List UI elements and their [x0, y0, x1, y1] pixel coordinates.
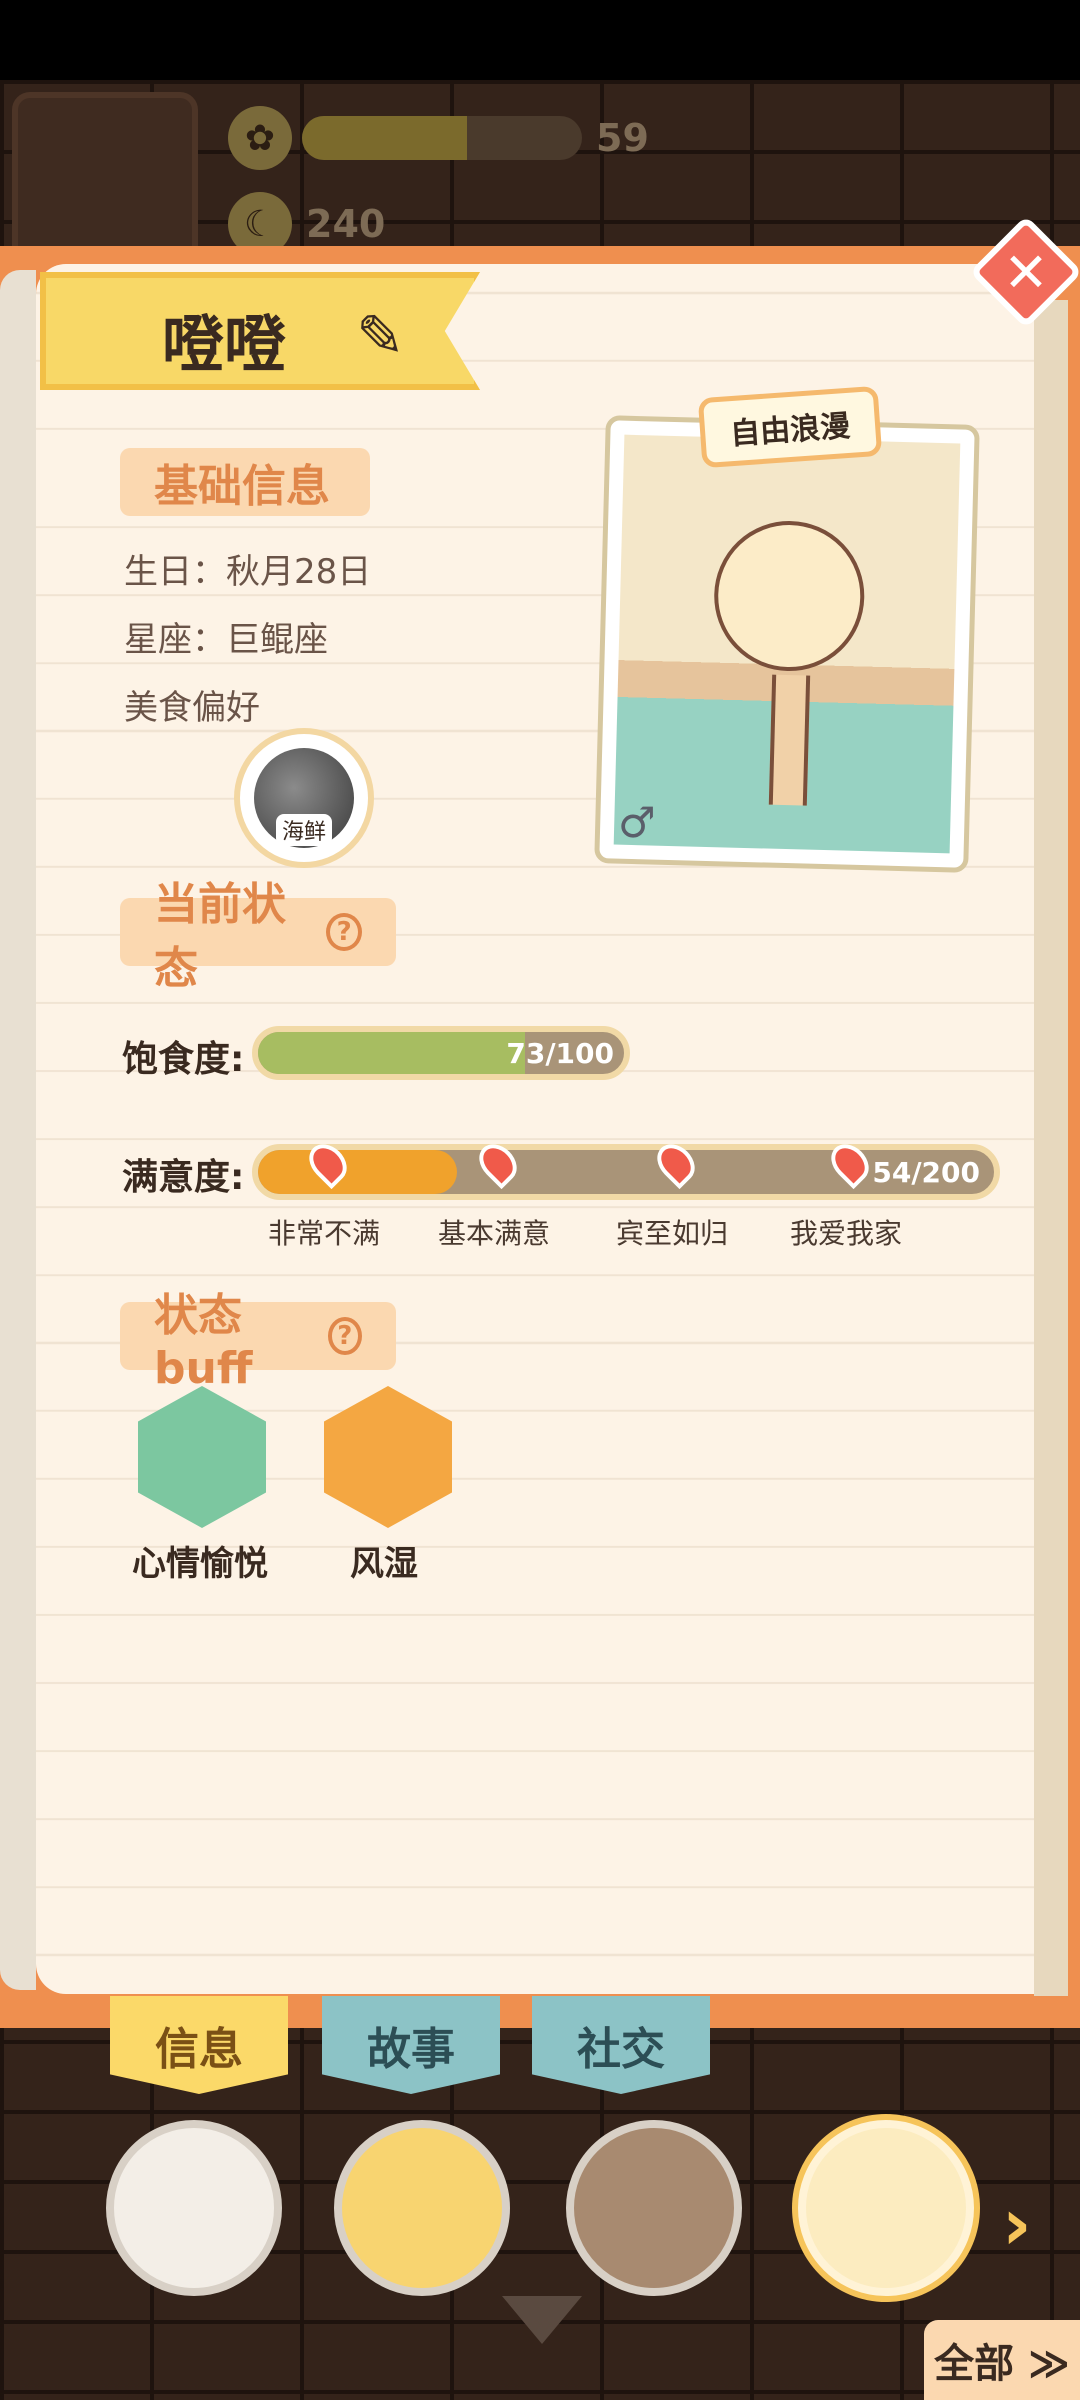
all-button[interactable]: 全部 ≫: [924, 2320, 1080, 2400]
help-icon[interactable]: ?: [328, 1317, 362, 1355]
personality-tag: 自由浪漫: [698, 386, 882, 468]
page-edge: [1034, 300, 1068, 1996]
tab-social[interactable]: 社交: [532, 1996, 710, 2094]
satisfaction-bar: 54/200: [252, 1144, 1000, 1200]
satisfaction-label: 满意度:: [122, 1148, 244, 1200]
hunger-bar: 73/100: [252, 1026, 630, 1080]
flower-icon: ✿: [228, 106, 292, 170]
male-gender-icon: ♂: [618, 798, 656, 847]
milestone-label: 宾至如归: [616, 1212, 728, 1252]
satisfaction-bar-fill: [258, 1150, 457, 1194]
banana-count: 240: [306, 202, 385, 246]
tab-story[interactable]: 故事: [322, 1996, 500, 2094]
tab-info[interactable]: 信息: [110, 1996, 288, 2094]
hunger-label: 饱食度:: [122, 1030, 244, 1082]
buff-label: 心情愉悦: [132, 1536, 268, 1585]
flower-progress-bar: [302, 116, 582, 160]
milestone-label: 基本满意: [438, 1212, 550, 1252]
collapse-arrow-icon[interactable]: [502, 2296, 582, 2344]
food-preference-label: 美食偏好: [124, 680, 260, 729]
basic-info-title: 基础信息: [120, 448, 370, 516]
food-preference-badge[interactable]: 海鲜: [234, 728, 374, 868]
satisfaction-value: 54/200: [872, 1150, 980, 1194]
pet-avatar-pudding[interactable]: [334, 2120, 510, 2296]
buff-label: 风湿: [350, 1536, 418, 1585]
next-arrow-icon[interactable]: ›: [1002, 2182, 1032, 2266]
pet-avatar-raccoon[interactable]: [566, 2120, 742, 2296]
food-preference-text: 海鲜: [276, 814, 332, 846]
help-icon[interactable]: ?: [326, 913, 362, 951]
character-name: 噔噔: [162, 294, 286, 384]
status-bar: [0, 0, 1080, 80]
current-status-title: 当前状态?: [120, 898, 396, 966]
hunger-bar-fill: [258, 1032, 525, 1074]
flower-count: 59: [596, 116, 649, 160]
constellation-text: 星座：巨鲲座: [124, 612, 328, 661]
pet-avatar-dog[interactable]: [106, 2120, 282, 2296]
pet-avatar-bulb-selected[interactable]: [798, 2120, 974, 2296]
close-icon: ✕: [992, 238, 1060, 306]
hunger-value: 73/100: [506, 1032, 614, 1074]
milestone-label: 非常不满: [268, 1212, 380, 1252]
birthday-text: 生日：秋月28日: [124, 544, 371, 593]
character-legs: [769, 675, 810, 806]
milestone-label: 我爱我家: [790, 1212, 902, 1252]
resource-flower: ✿ 59: [228, 106, 649, 170]
edit-name-pencil-icon[interactable]: ✎: [356, 302, 405, 370]
status-buff-title: 状态buff?: [120, 1302, 396, 1370]
page-shadow: [0, 270, 36, 1990]
